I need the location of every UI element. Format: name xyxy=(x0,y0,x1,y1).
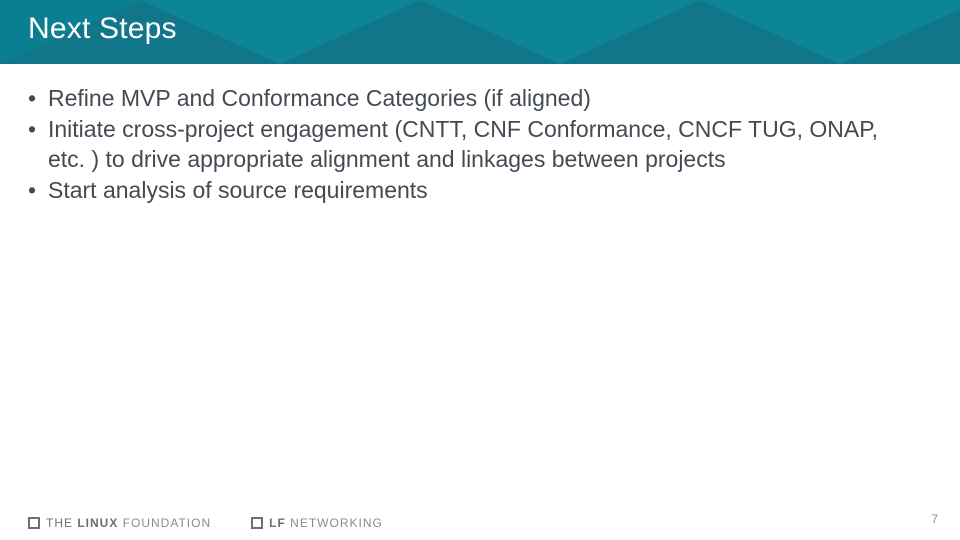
logo-text-light: FOUNDATION xyxy=(123,516,211,530)
logo-text-bold: LF xyxy=(269,516,286,530)
slide-body: Refine MVP and Conformance Categories (i… xyxy=(24,84,920,208)
bullet-text: Refine MVP and Conformance Categories (i… xyxy=(48,85,591,111)
list-item: Start analysis of source requirements xyxy=(24,176,920,205)
square-icon xyxy=(251,517,263,529)
bullet-text: Initiate cross-project engagement (CNTT,… xyxy=(48,116,878,171)
page-number: 7 xyxy=(931,512,938,526)
bullet-text: Start analysis of source requirements xyxy=(48,177,428,203)
header-band: Next Steps xyxy=(0,0,960,64)
list-item: Initiate cross-project engagement (CNTT,… xyxy=(24,115,920,174)
logo-text: THE xyxy=(46,516,73,530)
linux-foundation-logo: THE LINUX FOUNDATION xyxy=(28,516,211,530)
logo-text-light: NETWORKING xyxy=(290,516,383,530)
lf-networking-logo: LF NETWORKING xyxy=(251,516,383,530)
logo-text-bold: LINUX xyxy=(77,516,118,530)
list-item: Refine MVP and Conformance Categories (i… xyxy=(24,84,920,113)
footer: THE LINUX FOUNDATION LF NETWORKING 7 xyxy=(0,500,960,530)
bullet-list: Refine MVP and Conformance Categories (i… xyxy=(24,84,920,206)
slide-title: Next Steps xyxy=(28,12,177,46)
footer-logos: THE LINUX FOUNDATION LF NETWORKING xyxy=(28,516,383,530)
slide: Next Steps Refine MVP and Conformance Ca… xyxy=(0,0,960,540)
square-icon xyxy=(28,517,40,529)
